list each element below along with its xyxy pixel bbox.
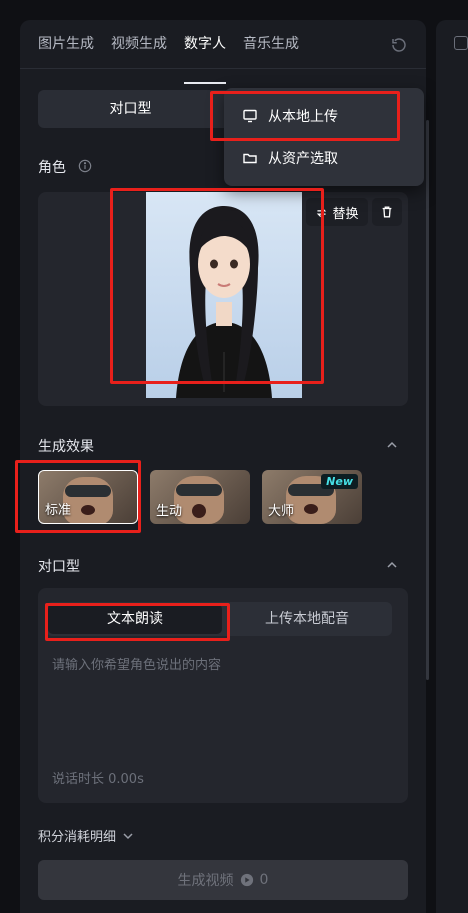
role-avatar — [146, 192, 302, 398]
tab-text-read[interactable]: 文本朗读 — [48, 604, 222, 634]
upload-dropdown-menu: 从本地上传 从资产选取 — [224, 88, 424, 186]
effect-label: 大师 — [268, 504, 295, 519]
new-badge: New — [321, 474, 358, 489]
effects-list: 标准 生动 New 大师 — [38, 470, 362, 524]
right-panel — [436, 20, 468, 913]
effect-standard[interactable]: 标准 — [38, 470, 138, 524]
tab-bar: 图片生成 视频生成 数字人 音乐生成 — [38, 32, 299, 84]
speech-duration: 说话时长 0.00s — [52, 772, 144, 787]
menu-item-local-upload[interactable]: 从本地上传 — [242, 104, 338, 128]
lip-sync-tabs: 文本朗读 上传本地配音 — [46, 602, 392, 636]
lip-sync-box: 文本朗读 上传本地配音 请输入你希望角色说出的内容 说话时长 0.00s — [38, 588, 408, 803]
speech-text-input[interactable]: 请输入你希望角色说出的内容 — [52, 654, 221, 673]
generate-video-button[interactable]: 生成视频 0 — [38, 860, 408, 900]
tab-video-gen[interactable]: 视频生成 — [111, 32, 167, 72]
effect-vivid[interactable]: 生动 — [150, 470, 250, 524]
folder-icon — [243, 153, 257, 164]
replace-button[interactable]: 替换 — [306, 198, 368, 226]
chevron-up-icon[interactable] — [386, 439, 398, 451]
select-checkbox[interactable] — [454, 36, 468, 50]
effect-master[interactable]: New 大师 — [262, 470, 362, 524]
delete-button[interactable] — [372, 198, 402, 226]
menu-item-from-assets[interactable]: 从资产选取 — [242, 146, 338, 170]
credit-icon — [240, 873, 253, 887]
role-title: 角色 — [38, 160, 66, 176]
generate-cost: 0 — [259, 872, 269, 888]
chevron-down-icon — [123, 832, 133, 839]
effects-title: 生成效果 — [38, 439, 94, 455]
effect-label: 标准 — [45, 503, 72, 518]
tab-divider — [20, 68, 426, 69]
lip-sync-title: 对口型 — [38, 559, 80, 575]
scrollbar[interactable] — [426, 120, 429, 680]
effect-label: 生动 — [156, 504, 183, 519]
role-image-box[interactable]: 替换 — [38, 192, 408, 406]
from-assets-label: 从资产选取 — [268, 151, 338, 167]
monitor-icon — [243, 109, 257, 123]
tab-digital-human[interactable]: 数字人 — [184, 32, 226, 84]
replace-label: 替换 — [332, 206, 359, 222]
info-icon[interactable] — [78, 159, 92, 173]
points-detail-label: 积分消耗明细 — [38, 830, 117, 845]
mode-lip-sync[interactable]: 对口型 — [38, 90, 223, 128]
local-upload-label: 从本地上传 — [268, 109, 338, 125]
points-detail-toggle[interactable]: 积分消耗明细 — [38, 826, 134, 845]
generate-label: 生成视频 — [177, 873, 234, 889]
chevron-up-icon[interactable] — [386, 559, 398, 571]
digital-human-panel: 图片生成 视频生成 数字人 音乐生成 对口型 角色 替换 生成效果 标准 生动 … — [20, 20, 429, 913]
trash-icon — [382, 206, 392, 218]
tab-upload-audio[interactable]: 上传本地配音 — [222, 602, 392, 636]
tab-image-gen[interactable]: 图片生成 — [38, 32, 94, 72]
tab-music-gen[interactable]: 音乐生成 — [243, 32, 299, 72]
swap-icon — [317, 207, 327, 217]
refresh-icon[interactable] — [390, 36, 408, 54]
